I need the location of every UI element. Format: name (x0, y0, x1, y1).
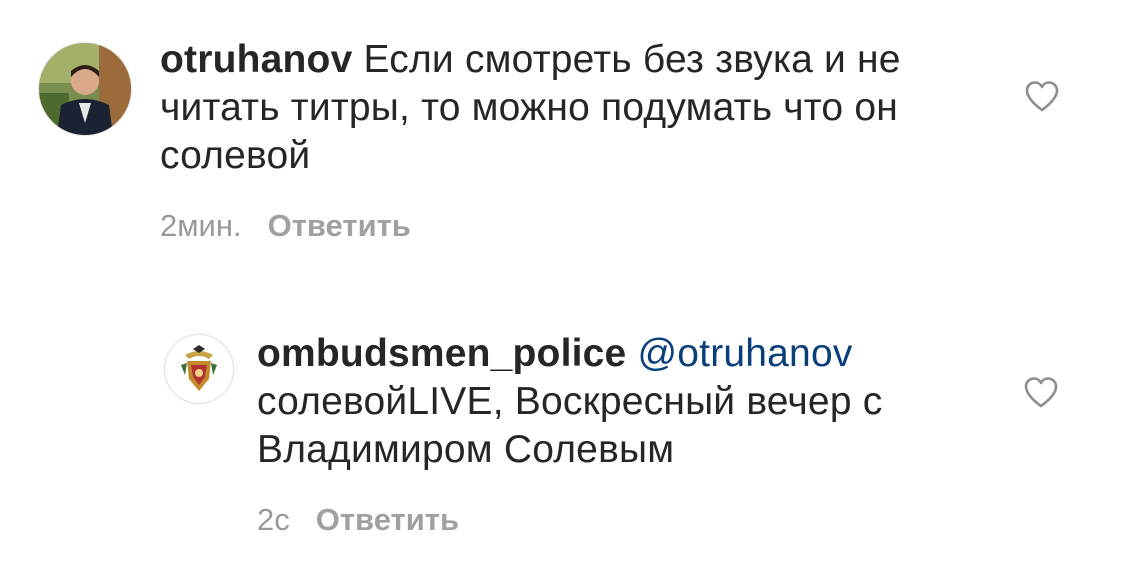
comment-text-block: otruhanov Если смотреть без звука и не ч… (160, 36, 960, 180)
comment-item: otruhanov Если смотреть без звука и не ч… (0, 0, 1125, 270)
user-photo-icon (39, 43, 131, 135)
heart-icon[interactable] (1023, 376, 1059, 408)
reply-username[interactable]: ombudsmen_police (257, 332, 626, 375)
reply-meta: 2с Ответить (257, 502, 1017, 538)
reply-body: ombudsmen_police @otruhanov солевойLIVE,… (257, 330, 1017, 538)
comment-timestamp: 2мин. (160, 208, 242, 243)
comment-meta: 2мин. Ответить (160, 208, 960, 244)
police-emblem-icon (165, 335, 233, 403)
user-avatar[interactable] (38, 42, 132, 136)
reply-comment-item: ombudsmen_police @otruhanov солевойLIVE,… (0, 300, 1125, 570)
comment-body: otruhanov Если смотреть без звука и не ч… (160, 36, 960, 244)
police-avatar[interactable] (164, 334, 234, 404)
reply-timestamp: 2с (257, 502, 290, 537)
comment-username[interactable]: otruhanov (160, 38, 352, 81)
reply-button[interactable]: Ответить (316, 502, 459, 538)
reply-mention-link[interactable]: @otruhanov (637, 332, 852, 375)
reply-text-block: ombudsmen_police @otruhanov солевойLIVE,… (257, 330, 1017, 474)
reply-button[interactable]: Ответить (268, 208, 411, 244)
heart-icon[interactable] (1024, 80, 1060, 112)
reply-text: солевойLIVE, Воскресный вечер с Владимир… (257, 380, 883, 471)
